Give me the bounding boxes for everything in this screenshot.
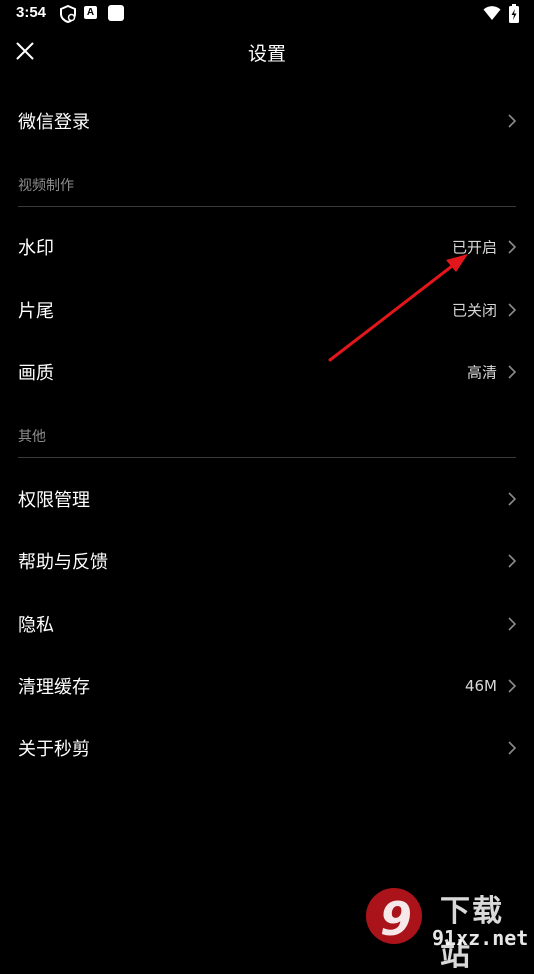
chevron-right-icon [508, 554, 517, 568]
row-label: 清理缓存 [18, 677, 90, 698]
chevron-right-icon [508, 492, 517, 506]
chevron-right-icon [508, 617, 517, 631]
row-label: 水印 [18, 238, 54, 259]
row-label: 片尾 [18, 301, 54, 322]
wifi-icon [483, 5, 501, 25]
watermark-row[interactable]: 水印 已开启 [0, 219, 534, 275]
clear-cache-row[interactable]: 清理缓存 46M [0, 658, 534, 714]
chevron-right-icon [508, 679, 517, 693]
svg-text:9: 9 [380, 892, 412, 946]
section-header-video: 视频制作 [18, 178, 74, 194]
row-value: 已开启 [451, 238, 497, 257]
title-bar: 设置 [0, 28, 534, 76]
chevron-right-icon [508, 240, 517, 254]
row-label: 权限管理 [18, 490, 90, 511]
divider [18, 457, 516, 458]
chevron-right-icon [508, 303, 517, 317]
permission-row[interactable]: 权限管理 [0, 471, 534, 527]
row-value: 46M [464, 677, 497, 695]
status-time: 3:54 [16, 4, 47, 21]
row-label: 隐私 [18, 615, 54, 636]
chevron-right-icon [508, 365, 517, 379]
divider [18, 206, 516, 207]
square-icon [108, 5, 124, 21]
shield-icon [59, 4, 77, 27]
help-feedback-row[interactable]: 帮助与反馈 [0, 533, 534, 589]
row-value: 高清 [466, 363, 497, 382]
wechat-login-row[interactable]: 微信登录 [0, 93, 534, 149]
row-label: 关于秒剪 [18, 739, 90, 760]
row-label: 微信登录 [18, 112, 90, 133]
quality-row[interactable]: 画质 高清 [0, 344, 534, 400]
row-label: 帮助与反馈 [18, 552, 108, 573]
ending-row[interactable]: 片尾 已关闭 [0, 282, 534, 338]
row-label: 画质 [18, 363, 54, 384]
chevron-right-icon [508, 114, 517, 128]
about-row[interactable]: 关于秒剪 [0, 720, 534, 776]
a-icon: A [84, 6, 97, 19]
section-header-other: 其他 [18, 429, 46, 445]
page-title: 设置 [247, 43, 286, 65]
row-value: 已关闭 [451, 301, 497, 320]
status-bar: 3:54 A [0, 0, 534, 28]
battery-icon [508, 4, 520, 28]
chevron-right-icon [508, 741, 517, 755]
watermark-domain: 91xz.net [432, 926, 529, 950]
privacy-row[interactable]: 隐私 [0, 596, 534, 652]
